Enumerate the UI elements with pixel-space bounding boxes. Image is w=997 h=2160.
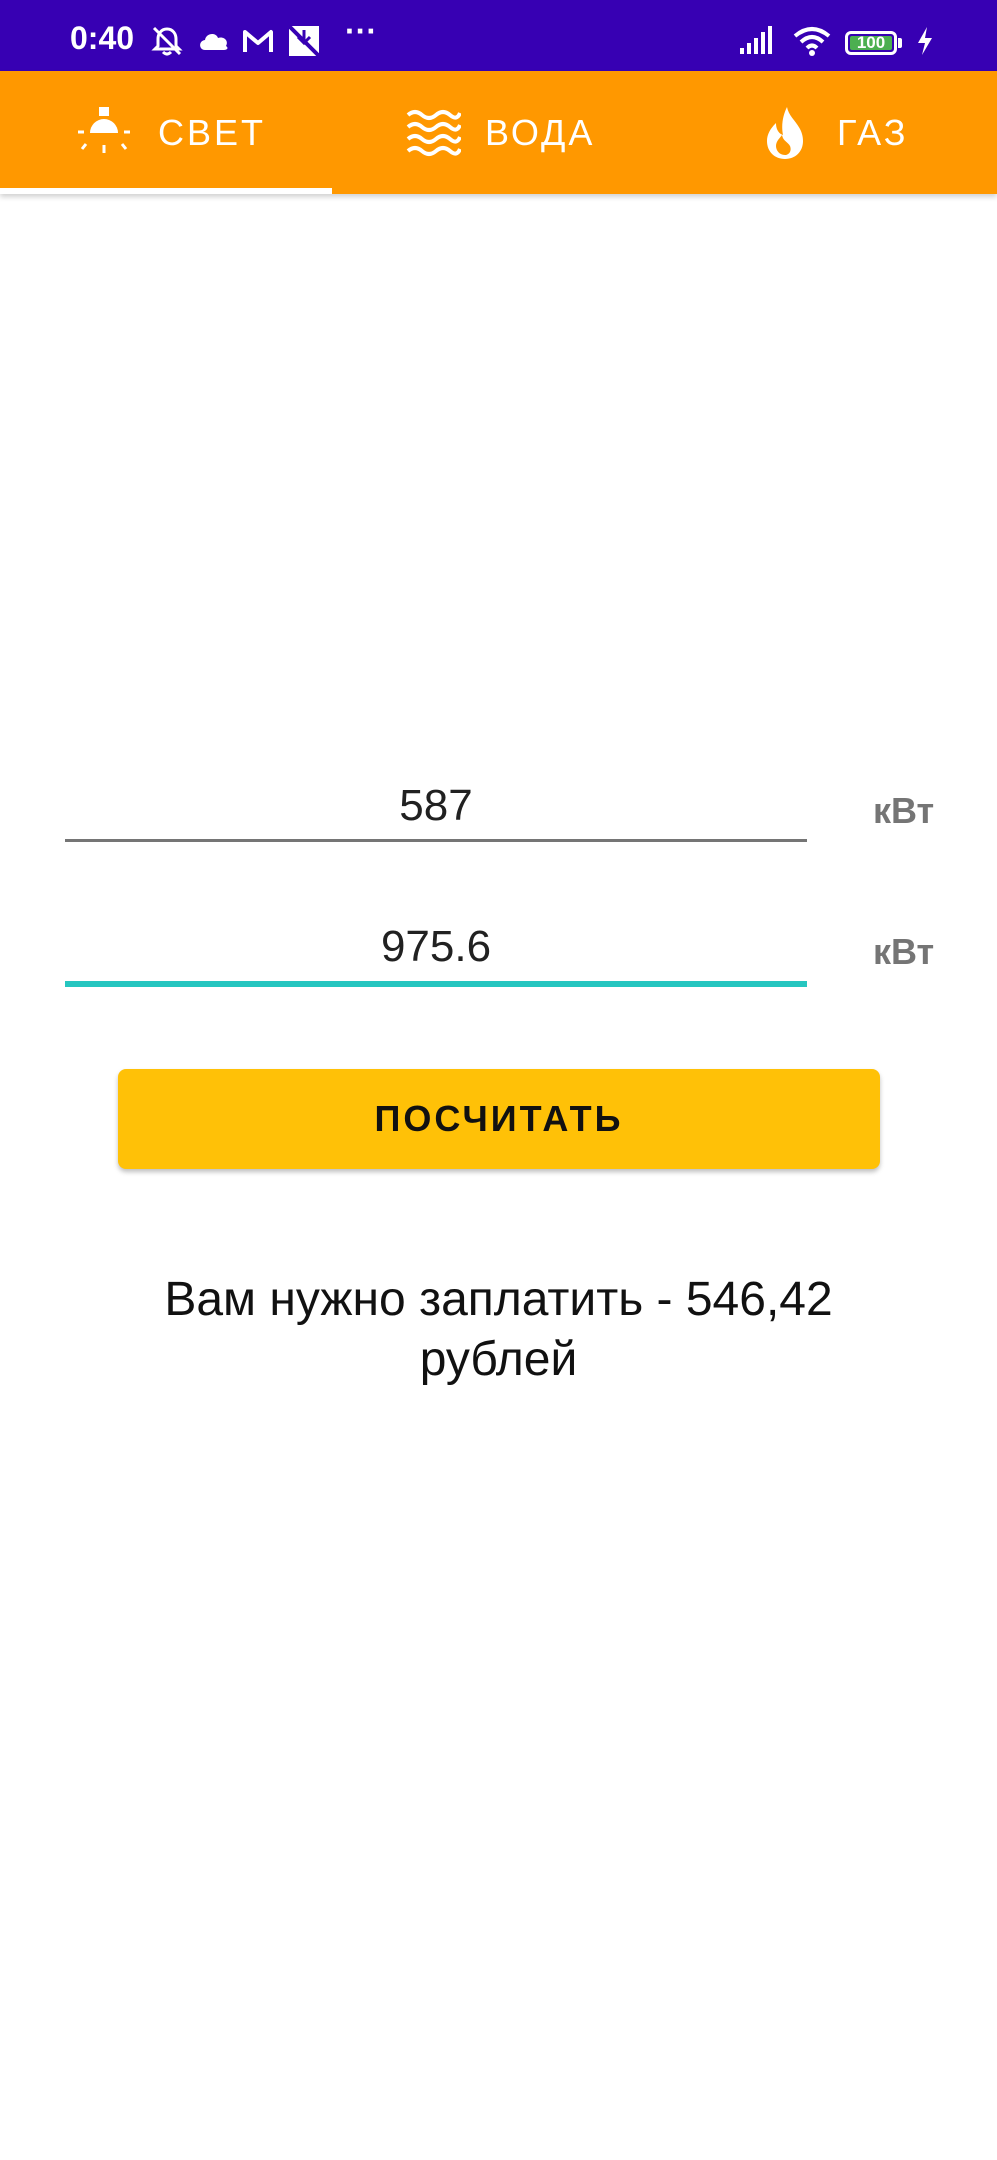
current-reading-input[interactable]: 975.6 <box>65 917 807 987</box>
water-waves-icon <box>405 105 462 161</box>
app-notification-icon <box>287 24 321 58</box>
charging-icon <box>914 24 936 58</box>
cloud-icon <box>196 24 232 58</box>
result-line-amount: Вам нужно заплатить - 546,42 <box>164 1273 833 1326</box>
tab-light[interactable]: СВЕТ <box>0 71 332 194</box>
app-screen: 0:40 ··· 100 СВЕТ ВОДА ГАЗ 587 кВт 975.6… <box>0 0 997 2160</box>
flame-icon <box>757 105 813 161</box>
current-reading-underline <box>65 981 807 987</box>
alarm-off-icon <box>150 24 184 58</box>
result-text: Вам нужно заплатить - 546,42 рублей <box>100 1270 897 1390</box>
tab-selected-indicator <box>0 188 332 194</box>
current-reading-unit: кВт <box>873 931 935 972</box>
previous-reading-underline <box>65 839 807 842</box>
tab-label-gas: ГАЗ <box>837 112 909 153</box>
wifi-icon <box>792 24 832 58</box>
previous-reading-input[interactable]: 587 <box>65 776 807 846</box>
previous-reading-unit: кВт <box>873 790 935 831</box>
status-bar: 0:40 ··· 100 <box>0 0 997 71</box>
tab-bar: СВЕТ ВОДА ГАЗ <box>0 71 997 194</box>
gmail-icon <box>241 24 275 58</box>
result-line-currency: рублей <box>419 1333 578 1386</box>
light-bulb-icon <box>76 105 132 161</box>
status-time: 0:40 <box>70 20 135 56</box>
calculate-button[interactable]: ПОСЧИТАТЬ <box>118 1069 880 1169</box>
tab-label-light: СВЕТ <box>158 112 267 153</box>
signal-icon <box>738 24 776 58</box>
battery-tip <box>898 38 902 48</box>
more-dots-icon: ··· <box>345 13 377 49</box>
tab-gas[interactable]: ГАЗ <box>664 71 996 194</box>
battery-icon: 100 <box>845 31 897 55</box>
battery-level: 100 <box>856 33 886 52</box>
tab-label-water: ВОДА <box>485 112 596 153</box>
tab-water[interactable]: ВОДА <box>332 71 664 194</box>
